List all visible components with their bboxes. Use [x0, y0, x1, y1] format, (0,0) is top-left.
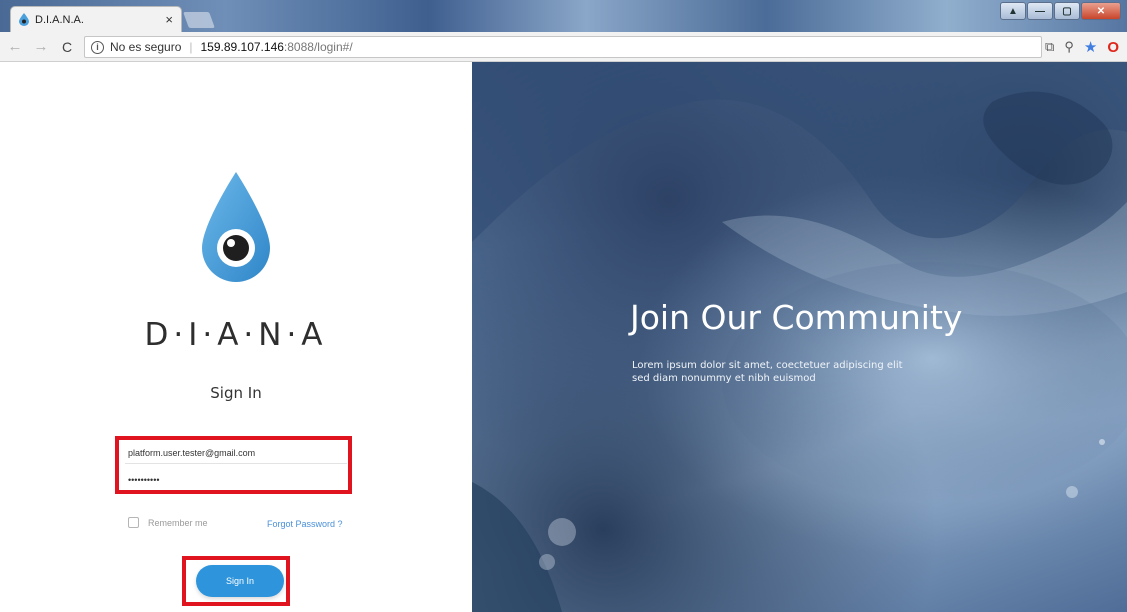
- password-field[interactable]: [125, 469, 347, 491]
- remember-me[interactable]: Remember me: [128, 517, 208, 528]
- back-arrow-icon[interactable]: ←: [4, 38, 26, 55]
- security-label: No es seguro: [110, 40, 182, 54]
- info-icon[interactable]: i: [91, 40, 104, 54]
- hero-background: Join Our Community Lorem ipsum dolor sit…: [472, 62, 1127, 612]
- address-bar[interactable]: i No es seguro | 159.89.107.146:8088/log…: [84, 36, 1042, 58]
- brand-name: D·I·A·N·A: [144, 317, 328, 353]
- favicon-drop-icon: [19, 13, 29, 26]
- tab-close-icon[interactable]: ×: [165, 12, 173, 27]
- remember-me-checkbox[interactable]: [128, 517, 139, 528]
- reload-icon[interactable]: C: [56, 39, 78, 55]
- window-controls: ▲ — ▢ ✕: [1000, 2, 1121, 20]
- window-close-icon[interactable]: ✕: [1081, 2, 1121, 20]
- toolbar-icons: ⧉ ⚲ ★ O: [1045, 38, 1119, 57]
- window-maximize-icon[interactable]: ▢: [1054, 2, 1080, 20]
- translate-icon[interactable]: ⧉: [1045, 39, 1054, 55]
- hero-subtitle: Lorem ipsum dolor sit amet, coectetuer a…: [632, 360, 903, 384]
- zoom-icon[interactable]: ⚲: [1064, 39, 1074, 55]
- url-host: 159.89.107.146: [200, 40, 284, 54]
- new-tab-button[interactable]: [183, 12, 215, 28]
- window-restore-icon[interactable]: ▲: [1000, 2, 1026, 20]
- remember-me-label: Remember me: [148, 517, 208, 528]
- forward-arrow-icon[interactable]: →: [30, 38, 52, 55]
- bookmark-star-icon[interactable]: ★: [1084, 38, 1097, 56]
- email-field[interactable]: [125, 442, 347, 464]
- diana-drop-logo-icon: [202, 172, 270, 282]
- opera-icon[interactable]: O: [1107, 39, 1119, 56]
- url-path: :8088/login#/: [283, 40, 353, 54]
- page-title: Sign In: [210, 384, 262, 402]
- window-titlebar: D.I.A.N.A. × ▲ — ▢ ✕: [0, 0, 1127, 32]
- address-separator: |: [189, 40, 193, 54]
- tab-title: D.I.A.N.A.: [35, 13, 84, 26]
- signin-button[interactable]: Sign In: [196, 565, 284, 597]
- browser-toolbar: ← → C i No es seguro | 159.89.107.146:80…: [0, 32, 1127, 62]
- browser-tab[interactable]: D.I.A.N.A. ×: [10, 6, 182, 32]
- hero-title: Join Our Community: [630, 298, 963, 337]
- window-minimize-icon[interactable]: —: [1027, 2, 1053, 20]
- water-splash-illustration: [472, 62, 1127, 612]
- forgot-password-link[interactable]: Forgot Password ?: [267, 519, 343, 529]
